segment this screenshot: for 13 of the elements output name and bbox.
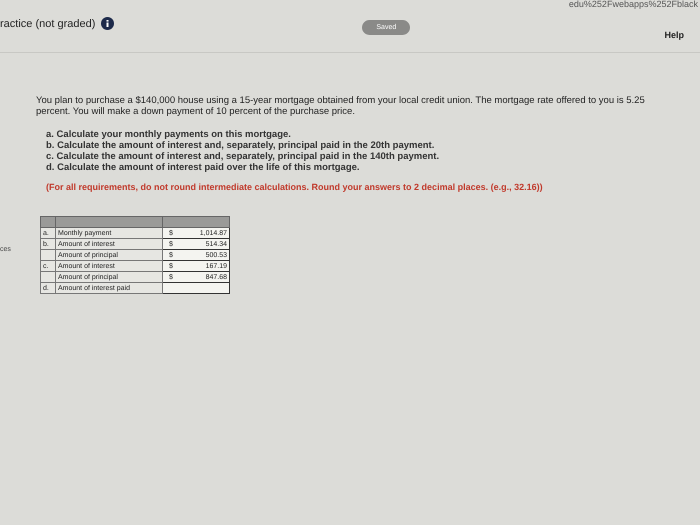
question-text: You plan to purchase a $140,000 house using a 15-year mortgage obtained from your local credit union. The mortgage rate offered to you is 5.25 percent. You will make a down payment of 10 percent of the purchase price.: [36, 95, 646, 117]
question-part: a. Calculate your monthly payments on this mortgage.: [46, 129, 292, 140]
question-part: c. Calculate the amount of interest and, separately, principal paid in the 140th payment.: [46, 151, 440, 162]
page-title: ractice (not graded): [0, 18, 96, 30]
row-letter: [40, 250, 56, 260]
question-part: d. Calculate the amount of interest paid over the life of this mortgage.: [46, 162, 361, 173]
info-icon[interactable]: [101, 17, 114, 30]
answer-field[interactable]: [162, 282, 230, 294]
question-part: b. Calculate the amount of interest and, separately, principal paid in the 20th payment.: [46, 140, 436, 151]
help-link[interactable]: Help: [664, 30, 684, 40]
row-letter: [40, 272, 56, 282]
url-text: edu%252Fwebapps%252Fblack: [568, 0, 698, 8]
instruction-text: (For all requirements, do not round intermediate calculations. Round your answers to 2 decimal places. (e.g., 32.16)): [46, 182, 544, 192]
